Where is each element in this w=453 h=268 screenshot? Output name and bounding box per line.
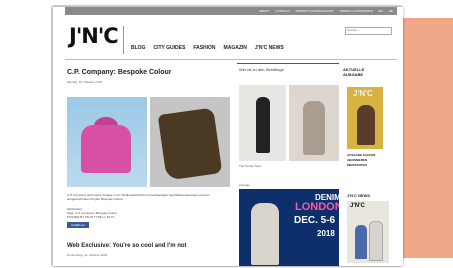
news-heading: J'N'C NEWS xyxy=(347,193,371,198)
article2-date: Donnerstag, 11. Oktober 2018 xyxy=(67,253,108,257)
nav-blog[interactable]: BLOG xyxy=(131,45,145,51)
col2-divider xyxy=(237,63,339,64)
jacket-shape xyxy=(157,107,223,181)
news-figure-2 xyxy=(369,221,383,261)
top-link-terms[interactable]: TERMS & CONDITIONS xyxy=(340,9,373,13)
search-input[interactable]: Suchen... xyxy=(345,27,392,35)
meta-posted: POSTED BY PR-IN TYPE on 15.07 xyxy=(67,215,115,219)
top-link-contact[interactable]: CONTACT xyxy=(275,9,289,13)
news-figure-1 xyxy=(355,225,367,259)
main-nav: BLOG CITY GUIDES FASHION MAGAZIN J'N'C N… xyxy=(131,45,284,51)
current-issue-heading: AKTUELLE AUSGABE xyxy=(343,67,365,77)
cover-figure xyxy=(357,105,375,145)
article-meta: Stichwörter: Tags: C.P. Company, Bespoke… xyxy=(67,207,117,219)
denim-london-ad[interactable]: DENIM LONDON DEC. 5-6 2018 xyxy=(239,189,339,266)
photo-caption: The Tender Spot xyxy=(239,164,262,168)
news-cover-logo: J'N'C xyxy=(350,203,365,209)
figure-1 xyxy=(256,97,270,153)
ad-year-text: 2018 xyxy=(317,229,335,238)
link-mediadata[interactable]: MEDIADATEN xyxy=(347,163,375,168)
browser-frame: ABOUT CONTACT IMPRINT & DATENSCHUTZ TERM… xyxy=(53,7,403,266)
article2-title[interactable]: Web Exclusive: You're so cool and I'm no… xyxy=(67,243,187,249)
article-image-hoodie[interactable] xyxy=(67,97,147,187)
article-title[interactable]: C.P. Company: Bespoke Colour xyxy=(67,69,172,76)
street-photo-2[interactable] xyxy=(289,85,339,161)
lang-de[interactable]: DE xyxy=(389,9,393,13)
top-links-bar: ABOUT CONTACT IMPRINT & DATENSCHUTZ TERM… xyxy=(65,7,397,15)
ad-model xyxy=(251,203,279,265)
nav-magazin[interactable]: MAGAZIN xyxy=(224,45,247,51)
article-date: Montag, 15. Oktober 2018 xyxy=(67,80,102,84)
top-link-imprint[interactable]: IMPRINT & DATENSCHUTZ xyxy=(296,9,334,13)
header-divider xyxy=(65,59,397,60)
street-photo-1[interactable] xyxy=(239,85,286,161)
top-link-about[interactable]: ABOUT xyxy=(259,9,269,13)
ad-label: Anzeige xyxy=(239,183,250,187)
article-body: C.P. Company steht seine Vorlage in ein … xyxy=(67,193,210,201)
cover-logo: J'N'C xyxy=(353,89,373,98)
site-logo[interactable]: J'N'C xyxy=(69,24,119,48)
lang-en[interactable]: EN xyxy=(379,9,383,13)
article-image-jacket[interactable] xyxy=(150,97,230,187)
ad-city-text: LONDON xyxy=(295,201,339,213)
figure-2 xyxy=(303,101,325,155)
logo-divider xyxy=(123,26,124,54)
nav-fashion[interactable]: FASHION xyxy=(193,45,215,51)
streetings-heading: Wer ist zu den Streetings xyxy=(239,67,284,72)
nav-city-guides[interactable]: CITY GUIDES xyxy=(153,45,185,51)
hoodie-shape xyxy=(81,125,131,173)
facebook-like-button[interactable]: Gefällt mir xyxy=(67,222,89,228)
nav-jnc-news[interactable]: J'N'C NEWS xyxy=(255,45,284,51)
news-cover[interactable]: J'N'C xyxy=(347,201,389,263)
ad-dates-text: DEC. 5-6 xyxy=(294,215,336,226)
magazine-cover[interactable]: J'N'C xyxy=(347,87,383,149)
decorative-peach-block xyxy=(403,18,453,258)
sidebar-links: AUSGABE KAUFEN ABONNIEREN MEDIADATEN xyxy=(347,153,375,168)
